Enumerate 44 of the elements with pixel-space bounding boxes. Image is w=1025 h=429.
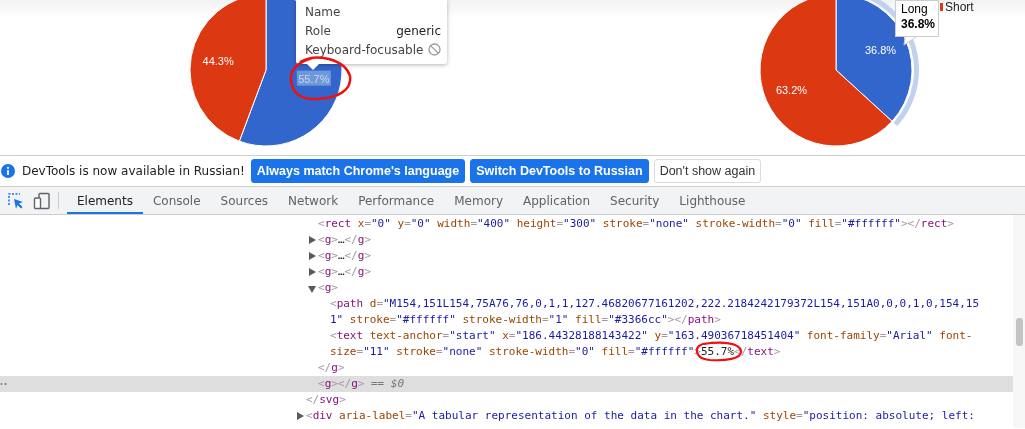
code-line[interactable]: </svg>: [0, 392, 1013, 408]
device-toolbar-icon[interactable]: [33, 191, 51, 210]
code-line[interactable]: <rect x="0" y="0" width="400" height="300" stroke="none" stroke-width="0" fill="#ffffff"></rect>: [0, 216, 1013, 232]
infobar-button[interactable]: Always match Chrome's language: [250, 159, 466, 183]
panel-tab[interactable]: Sources: [210, 187, 279, 214]
tooltip-category: Long: [901, 2, 929, 17]
infobar-button[interactable]: Don't show again: [653, 159, 762, 183]
code-line[interactable]: <g>…</g>: [0, 248, 1013, 264]
code-line[interactable]: 1" stroke="#ffffff" stroke-width="1" fill="#3366cc"></path>: [0, 312, 1013, 328]
pie-slice[interactable]: [189, 0, 267, 142]
panel-tab[interactable]: Performance: [348, 187, 445, 214]
scrollbar[interactable]: [1013, 215, 1025, 428]
collapse-arrow-icon[interactable]: [308, 286, 316, 293]
panel-tab[interactable]: Console: [142, 187, 211, 214]
panel-tab[interactable]: Network: [278, 187, 349, 214]
panel-tab[interactable]: Lighthouse: [669, 187, 756, 214]
slice-label: 36.8%: [864, 44, 897, 57]
infobar-button[interactable]: Switch DevTools to Russian: [470, 159, 649, 183]
panel-tab[interactable]: Memory: [444, 187, 513, 214]
property-label: Name: [305, 4, 342, 19]
panel-tab[interactable]: Elements: [67, 187, 143, 214]
property-label: Keyboard-focusable: [305, 42, 425, 57]
expand-arrow-icon[interactable]: [309, 252, 316, 260]
tooltip-value: 36.8%: [901, 17, 937, 32]
code-line[interactable]: <div aria-label="A tabular representation of the data in the chart." style="position: absolute; left:: [0, 408, 1013, 424]
code-line[interactable]: <path d="M154,151L154,75A76,76,0,1,1,127.46820677161202,222.2184242179372L154,151A0,0,0,1,0,154,15: [0, 296, 1013, 312]
inspect-element-icon[interactable]: [7, 191, 25, 210]
panel-tab[interactable]: Application: [513, 187, 601, 214]
code-line[interactable]: </g>: [0, 360, 1013, 376]
code-line[interactable]: <g>…</g>: [0, 264, 1013, 280]
property-value: generic: [396, 23, 441, 38]
expand-arrow-icon[interactable]: [309, 236, 316, 244]
scrollbar-thumb[interactable]: [1016, 318, 1023, 346]
info-message: DevTools is now available in Russian!: [22, 164, 245, 178]
property-label: Role: [305, 23, 332, 38]
slice-label: 63.2%: [775, 83, 808, 96]
expand-arrow-icon[interactable]: [309, 268, 316, 276]
code-line[interactable]: <text text-anchor="start" x="186.44328188143422" y="163.49036718451404" font-family="Arial" font-: [0, 328, 1013, 344]
panel-tab[interactable]: Security: [600, 187, 670, 214]
code-line[interactable]: <g>…</g>: [0, 232, 1013, 248]
legend-label: Short: [945, 0, 974, 14]
expand-arrow-icon[interactable]: [297, 412, 304, 420]
code-line[interactable]: <g>: [0, 280, 1013, 296]
slice-label: 44.3%: [202, 55, 234, 68]
